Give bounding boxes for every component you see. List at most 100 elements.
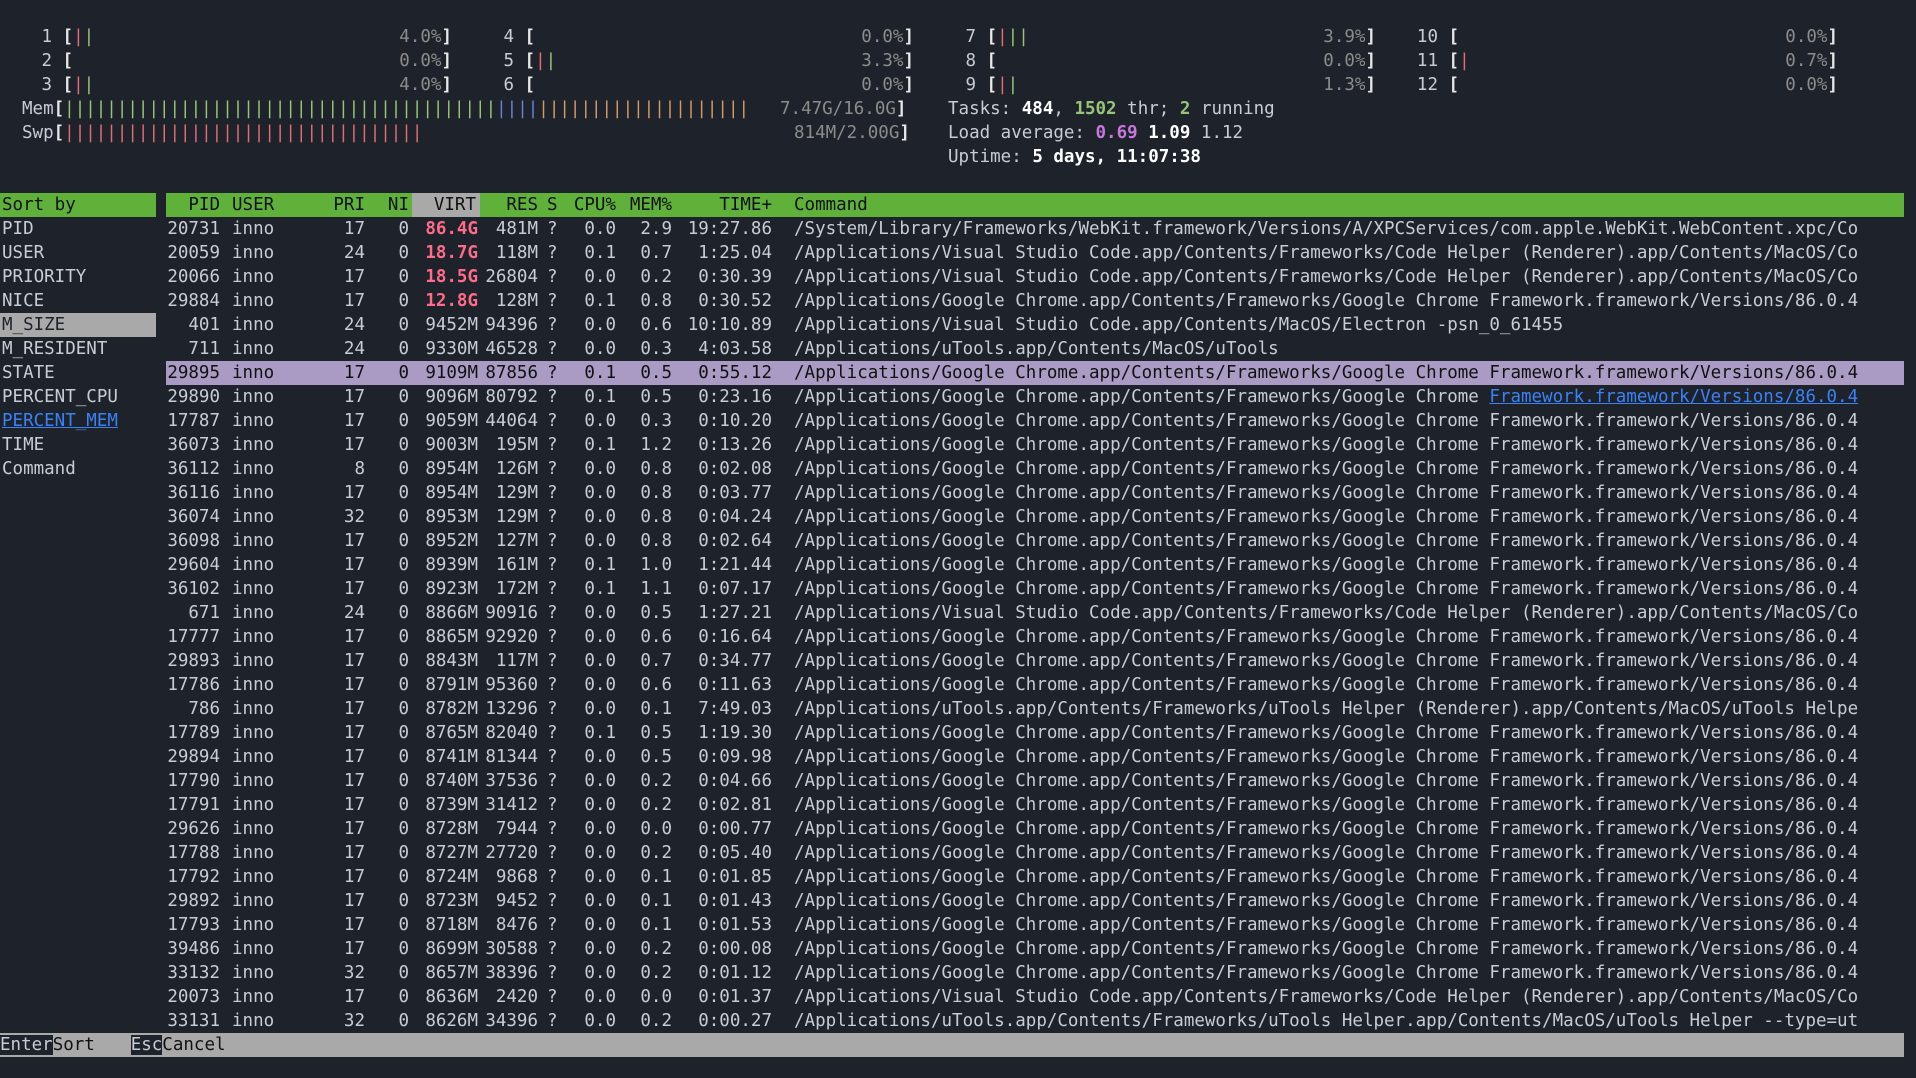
process-row[interactable]: 36116 inno 17 0 8954M 129M? 0.0 0.8 0:03.77/Appl… bbox=[166, 481, 1904, 505]
cell-res: 2420 bbox=[495, 987, 538, 1007]
cell-time: 0:55.12 bbox=[698, 363, 772, 383]
process-row[interactable]: 786 inno 17 0 8782M 13296? 0.0 0.1 7:49.03/Appli… bbox=[166, 697, 1904, 721]
sort-option-user[interactable]: USER bbox=[2, 241, 156, 265]
cell-user: inno bbox=[232, 291, 275, 311]
process-row[interactable]: 17788 inno 17 0 8727M 27720? 0.0 0.2 0:05.40/App… bbox=[166, 841, 1904, 865]
sort-option-time[interactable]: TIME bbox=[2, 433, 156, 457]
cell-s: ? bbox=[547, 771, 558, 791]
process-row[interactable]: 17790 inno 17 0 8740M 37536? 0.0 0.2 0:04.66/App… bbox=[166, 769, 1904, 793]
sort-option-percent-cpu[interactable]: PERCENT_CPU bbox=[2, 385, 156, 409]
column-pid[interactable]: PID bbox=[166, 193, 220, 217]
cell-virt: 8791M bbox=[425, 675, 478, 695]
column-pri[interactable]: PRI bbox=[321, 193, 365, 217]
cell-ni: 0 bbox=[398, 1011, 409, 1031]
cell-mem: 0.0 bbox=[640, 987, 672, 1007]
sort-option-priority[interactable]: PRIORITY bbox=[2, 265, 156, 289]
cell-virt: 8765M bbox=[425, 723, 478, 743]
cell-time: 1:27.21 bbox=[698, 603, 772, 623]
cell-pid: 20066 bbox=[167, 267, 220, 287]
cell-time: 0:01.37 bbox=[698, 987, 772, 1007]
cell-user: inno bbox=[232, 651, 275, 671]
sort-option-m-resident[interactable]: M_RESIDENT bbox=[2, 337, 156, 361]
process-row[interactable]: 33131 inno 32 0 8626M 34396? 0.0 0.2 0:00.27/App… bbox=[166, 1009, 1904, 1033]
process-row[interactable]: 20073 inno 17 0 8636M 2420? 0.0 0.0 0:01.37/Appl… bbox=[166, 985, 1904, 1009]
cell-s: ? bbox=[547, 675, 558, 695]
cell-res: 37536 bbox=[485, 771, 538, 791]
cell-time: 19:27.86 bbox=[687, 219, 772, 239]
process-row[interactable]: 36102 inno 17 0 8923M 172M? 0.1 1.1 0:07.17/Appl… bbox=[166, 577, 1904, 601]
sort-option-state[interactable]: STATE bbox=[2, 361, 156, 385]
process-row[interactable]: 17786 inno 17 0 8791M 95360? 0.0 0.6 0:11.63/App… bbox=[166, 673, 1904, 697]
column-res[interactable]: RES bbox=[482, 193, 538, 217]
cpu-percent-5: 3.3%] bbox=[861, 51, 914, 71]
sort-action[interactable]: Sort bbox=[53, 1033, 131, 1057]
cell-pri: 17 bbox=[343, 795, 365, 815]
cell-command: /Applications/Google Chrome.app/Contents… bbox=[794, 387, 1859, 407]
process-row[interactable]: 29604 inno 17 0 8939M 161M? 0.1 1.0 1:21.44/Appl… bbox=[166, 553, 1904, 577]
column-virt[interactable]: VIRT bbox=[412, 193, 480, 217]
process-row[interactable]: 36074 inno 32 0 8953M 129M? 0.0 0.8 0:04.24/Appl… bbox=[166, 505, 1904, 529]
cpu-meter-1: 1 [|| bbox=[41, 27, 95, 47]
process-row[interactable]: 17787 inno 17 0 9059M 44064? 0.0 0.3 0:10.20/App… bbox=[166, 409, 1904, 433]
process-row[interactable]: 29884 inno 17 0 12.8G 128M? 0.1 0.8 0:30.52/Appl… bbox=[166, 289, 1904, 313]
sort-option-nice[interactable]: NICE bbox=[2, 289, 156, 313]
column-cpu[interactable]: CPU% bbox=[568, 193, 616, 217]
process-row[interactable]: 17777 inno 17 0 8865M 92920? 0.0 0.6 0:16.64/App… bbox=[166, 625, 1904, 649]
cell-mem: 0.5 bbox=[640, 603, 672, 623]
sort-option-command[interactable]: Command bbox=[2, 457, 156, 481]
cell-res: 127M bbox=[495, 531, 538, 551]
process-row[interactable]: 17791 inno 17 0 8739M 31412? 0.0 0.2 0:02.81/App… bbox=[166, 793, 1904, 817]
sort-option-m-size[interactable]: M_SIZE bbox=[0, 313, 156, 337]
column-time[interactable]: TIME+ bbox=[676, 193, 772, 217]
cell-command: /Applications/Google Chrome.app/Contents… bbox=[794, 867, 1859, 887]
cell-res: 9452 bbox=[495, 891, 538, 911]
process-row[interactable]: 20059 inno 24 0 18.7G 118M? 0.1 0.7 1:25.04/Appl… bbox=[166, 241, 1904, 265]
process-row[interactable]: 711 inno 24 0 9330M 46528? 0.0 0.3 4:03.58/Appli… bbox=[166, 337, 1904, 361]
cell-pid: 17793 bbox=[167, 915, 220, 935]
cell-res: 129M bbox=[495, 483, 538, 503]
cell-pid: 36098 bbox=[167, 531, 220, 551]
process-row[interactable]: 36112 inno 8 0 8954M 126M? 0.0 0.8 0:02.08/Appli… bbox=[166, 457, 1904, 481]
process-row[interactable]: 29892 inno 17 0 8723M 9452? 0.0 0.1 0:01.43/Appl… bbox=[166, 889, 1904, 913]
process-row[interactable]: 20731 inno 17 0 86.4G 481M? 0.0 2.9 19:27.86/Sys… bbox=[166, 217, 1904, 241]
process-row[interactable]: 29626 inno 17 0 8728M 7944? 0.0 0.0 0:00.77/Appl… bbox=[166, 817, 1904, 841]
cell-user: inno bbox=[232, 675, 275, 695]
cell-mem: 0.6 bbox=[640, 315, 672, 335]
process-row[interactable]: 17793 inno 17 0 8718M 8476? 0.0 0.1 0:01.53/Appl… bbox=[166, 913, 1904, 937]
cell-command: /Applications/Google Chrome.app/Contents… bbox=[794, 771, 1859, 791]
cell-cpu: 0.0 bbox=[584, 483, 616, 503]
process-row[interactable]: 17789 inno 17 0 8765M 82040? 0.1 0.5 1:19.30/App… bbox=[166, 721, 1904, 745]
process-row[interactable]: 29895 inno 17 0 9109M 87856? 0.1 0.5 0:55.12/App… bbox=[166, 361, 1904, 385]
process-row[interactable]: 29890 inno 17 0 9096M 80792? 0.1 0.5 0:23.16/App… bbox=[166, 385, 1904, 409]
sort-option-pid[interactable]: PID bbox=[2, 217, 156, 241]
column-command[interactable]: Command bbox=[794, 193, 1904, 217]
cell-virt: 8699M bbox=[425, 939, 478, 959]
cell-s: ? bbox=[547, 987, 558, 1007]
cell-command: /Applications/Visual Studio Code.app/Con… bbox=[794, 315, 1564, 335]
column-user[interactable]: USER bbox=[232, 193, 312, 217]
column-ni[interactable]: NI bbox=[369, 193, 409, 217]
cell-pri: 24 bbox=[343, 339, 365, 359]
column-s[interactable]: S bbox=[547, 193, 561, 217]
cell-time: 0:34.77 bbox=[698, 651, 772, 671]
column-mem[interactable]: MEM% bbox=[622, 193, 672, 217]
process-row[interactable]: 20066 inno 17 0 18.5G 26804? 0.0 0.2 0:30.39/App… bbox=[166, 265, 1904, 289]
cancel-action[interactable]: Cancel bbox=[162, 1035, 225, 1055]
process-row[interactable]: 17792 inno 17 0 8724M 9868? 0.0 0.1 0:01.85/Appl… bbox=[166, 865, 1904, 889]
cell-ni: 0 bbox=[398, 531, 409, 551]
uptime: Uptime: 5 days, 11:07:38 bbox=[948, 147, 1201, 167]
cell-mem: 0.3 bbox=[640, 411, 672, 431]
process-row[interactable]: 29893 inno 17 0 8843M 117M? 0.0 0.7 0:34.77/Appl… bbox=[166, 649, 1904, 673]
process-row[interactable]: 36098 inno 17 0 8952M 127M? 0.0 0.8 0:02.64/Appl… bbox=[166, 529, 1904, 553]
process-row[interactable]: 401 inno 24 0 9452M 94396? 0.0 0.6 10:10.89/Appl… bbox=[166, 313, 1904, 337]
process-row[interactable]: 39486 inno 17 0 8699M 30588? 0.0 0.2 0:00.08/App… bbox=[166, 937, 1904, 961]
cell-cpu: 0.0 bbox=[584, 651, 616, 671]
process-row[interactable]: 36073 inno 17 0 9003M 195M? 0.1 1.2 0:13.26/Appl… bbox=[166, 433, 1904, 457]
sort-option-percent-mem[interactable]: PERCENT_MEM bbox=[2, 409, 156, 433]
process-row[interactable]: 671 inno 24 0 8866M 90916? 0.0 0.5 1:27.21/Appli… bbox=[166, 601, 1904, 625]
cell-s: ? bbox=[547, 603, 558, 623]
process-row[interactable]: 29894 inno 17 0 8741M 81344? 0.0 0.5 0:09.98/App… bbox=[166, 745, 1904, 769]
cell-pid: 29604 bbox=[167, 555, 220, 575]
process-row[interactable]: 33132 inno 32 0 8657M 38396? 0.0 0.2 0:01.12/App… bbox=[166, 961, 1904, 985]
cell-user: inno bbox=[232, 819, 275, 839]
